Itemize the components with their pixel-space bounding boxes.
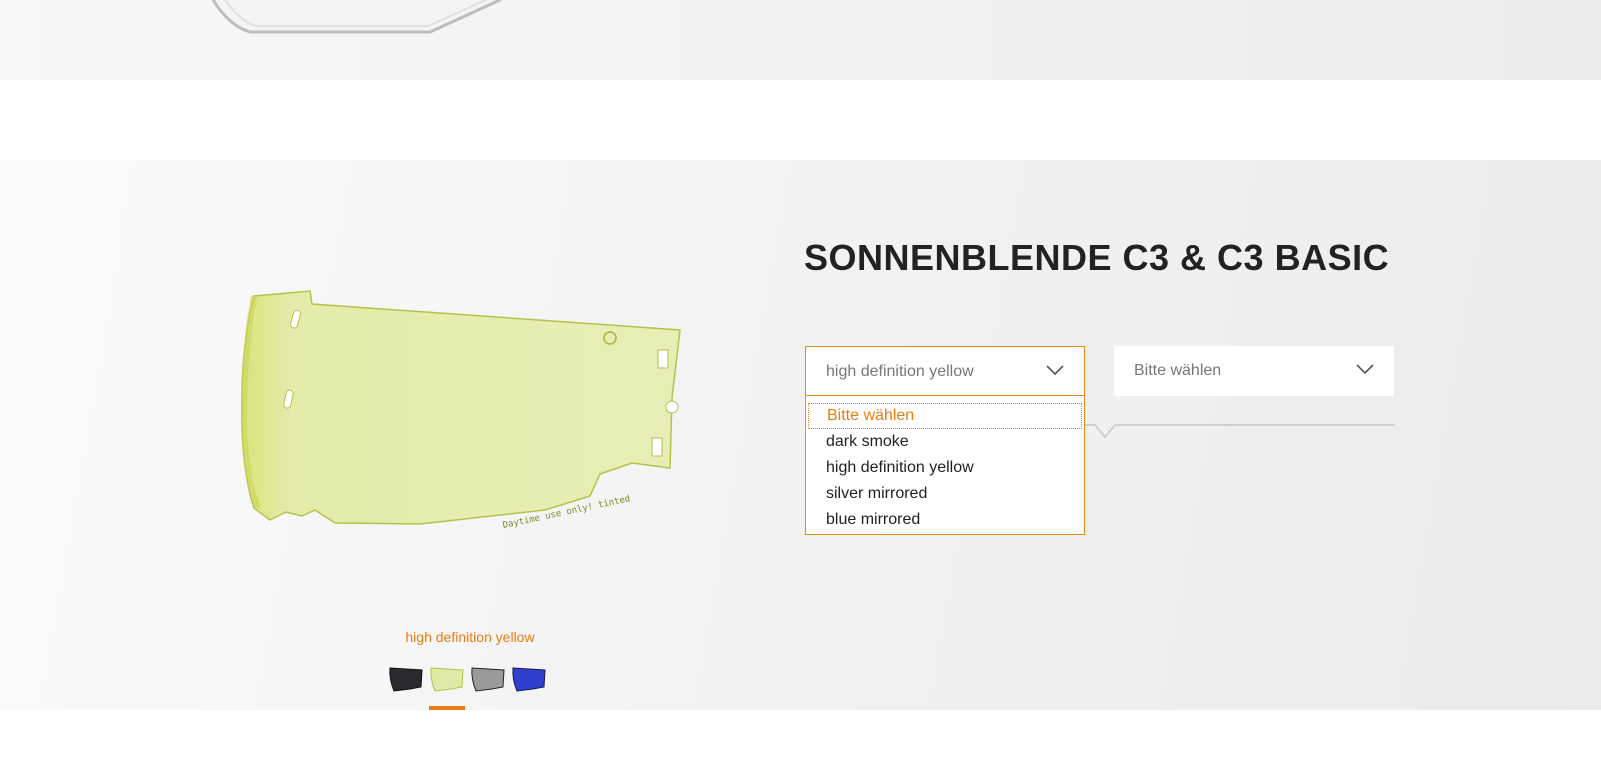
option-silver-mirrored[interactable]: silver mirrored: [806, 481, 1084, 507]
color-select-value: high definition yellow: [826, 362, 974, 380]
option-high-definition-yellow[interactable]: high definition yellow: [806, 455, 1084, 481]
size-select[interactable]: Bitte wählen: [1114, 346, 1394, 396]
option-blue-mirrored[interactable]: blue mirrored: [806, 507, 1084, 533]
size-select-value: Bitte wählen: [1134, 362, 1222, 379]
active-thumbnail-indicator: [429, 706, 465, 710]
product-visor-image: Daytime use only! tinted: [240, 290, 681, 531]
thumbnail-blue-mirrored[interactable]: [511, 665, 547, 693]
previous-visor-image: [211, 0, 502, 34]
option-dark-smoke[interactable]: dark smoke: [806, 429, 1084, 455]
color-dropdown-list: Bitte wählen dark smoke high definition …: [805, 395, 1085, 535]
chevron-down-icon: [1356, 364, 1374, 375]
thumbnail-silver-mirrored[interactable]: [470, 665, 506, 693]
color-select[interactable]: high definition yellow: [805, 346, 1085, 396]
section-divider: [1085, 424, 1395, 439]
thumbnail-high-definition-yellow[interactable]: [429, 665, 465, 693]
variant-thumbnails: [388, 665, 547, 693]
thumbnail-dark-smoke[interactable]: [388, 665, 424, 693]
top-product-band: [0, 0, 1601, 80]
page-title: SONNENBLENDE C3 & C3 BASIC: [804, 237, 1390, 278]
selected-variant-caption: high definition yellow: [405, 629, 535, 645]
chevron-down-icon: [1046, 365, 1064, 376]
option-bitte-waehlen[interactable]: Bitte wählen: [808, 403, 1082, 429]
